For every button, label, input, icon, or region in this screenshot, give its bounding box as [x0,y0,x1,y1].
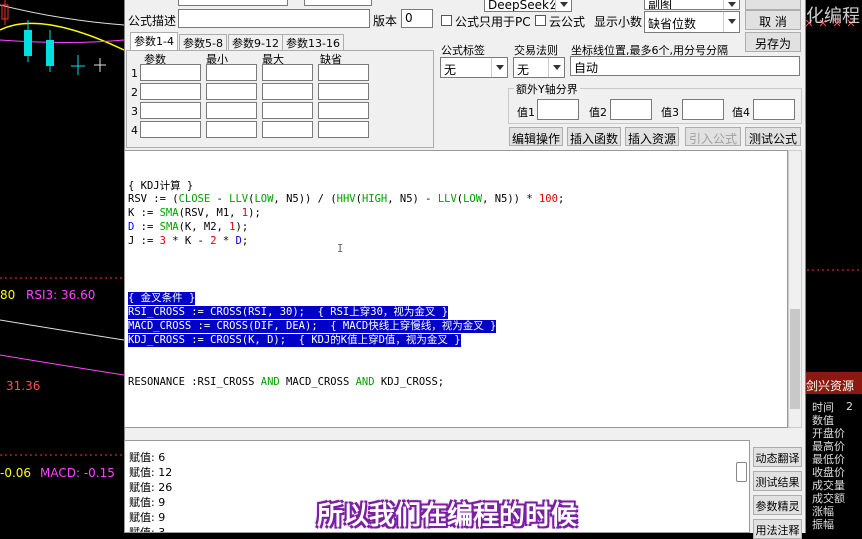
code-line-resonance: RESONANCE :RSI_CROSS AND MACD_CROSS AND … [128,376,445,388]
param-wizard-button[interactable]: 参数精灵 [753,495,802,515]
param-default-input[interactable] [318,102,369,119]
output-line: 赋值: 9 [129,496,166,509]
usage-note-button[interactable]: 用法注释 [753,519,802,539]
param-name-input[interactable] [140,102,201,119]
pc-only-label: 公式只用于PC [455,15,531,29]
tab-params-5-8[interactable]: 参数5-8 [179,34,227,51]
code-line-macd-cross: MACD_CROSS := CROSS(DIF, DEA); { MACD快线上… [128,320,497,333]
video-subtitle: 所以我们在编程的时候 [317,501,578,531]
formula-name-input[interactable] [178,0,288,6]
param-min-input[interactable] [206,83,257,100]
insert-resource-button[interactable]: 插入资源 [625,127,679,146]
value4-label: 值4 [732,106,750,119]
rsi-left-value: 80 [0,288,16,302]
kdj-value: 31.36 [6,379,41,393]
formula-desc-input[interactable] [178,9,370,28]
test-formula-button[interactable]: 测试公式 [745,127,801,146]
value3-label: 值3 [661,106,679,119]
axis-position-input[interactable]: 自动 [570,56,800,76]
value3-input[interactable] [682,99,724,120]
formula-tag-combo[interactable]: 无 [440,57,508,78]
param-row-index: 1 [131,67,138,80]
formula-tag-label: 公式标签 [441,44,485,57]
edit-operation-button[interactable]: 编辑操作 [509,127,563,146]
macd-indicator-label: MACD: -0.15 [40,466,115,480]
param-max-input[interactable] [262,121,313,138]
code-line-rsi-cross: RSI_CROSS := CROSS(RSI, 30); { RSI上穿30，视… [128,306,449,319]
param-name-input[interactable] [140,83,201,100]
resource-panel-title: 剑兴资源 [806,379,855,393]
value2-input[interactable] [610,99,652,120]
param-default-input[interactable] [318,83,369,100]
trade-rule-combo[interactable]: 无 [513,57,565,78]
save-as-button[interactable]: 另存为 [745,32,801,52]
param-default-input[interactable] [318,121,369,138]
text-cursor-icon: I [337,243,344,255]
param-name-input[interactable] [140,121,201,138]
output-line: 赋值: 9 [129,511,166,524]
code-line-kdj-cross: KDJ_CROSS := CROSS(K, D); { KDJ的K值上穿D值，视… [128,334,461,347]
output-line: 赋值: 12 [129,466,173,479]
watermark-text: 化编程 [806,6,860,27]
value1-input[interactable] [537,99,579,120]
code-line-k: K := SMA(RSV, M1, 1); [128,207,261,219]
tab-params-13-16[interactable]: 参数13-16 [282,34,344,51]
tab-params-1-4[interactable]: 参数1-4 [130,32,178,51]
ok-button[interactable] [745,0,801,10]
param-max-input[interactable] [262,83,313,100]
output-line: 赋值: 26 [129,481,173,494]
cloud-formula-checkbox[interactable] [535,15,546,26]
cancel-button[interactable]: 取 消 [745,10,801,30]
code-comment-kdj: { KDJ计算 } [128,180,194,192]
insert-function-button[interactable]: 插入函数 [567,127,621,146]
param-row-index: 2 [131,86,138,99]
output-scroll-thumb[interactable] [736,462,747,482]
param-min-input[interactable] [206,121,257,138]
code-comment-cross: { 金叉条件 } [128,292,196,305]
cloud-formula-label: 云公式 [549,15,586,29]
draw-method-combo[interactable]: 副图 [644,0,740,10]
param-name-input[interactable] [140,64,201,81]
param-max-input[interactable] [262,64,313,81]
output-line: 赋值: 3 [129,526,166,533]
decimals-combo[interactable]: 缺省位数 [644,11,740,33]
right-panel-extra: 2 [846,400,853,413]
trade-rule-label: 交易法则 [514,44,558,57]
version-input[interactable]: 0 [401,9,433,28]
rsi-indicator-label: RSI3: 36.60 [26,288,96,302]
value4-input[interactable] [753,99,795,120]
param-row-index: 3 [131,105,138,118]
pc-only-checkbox[interactable] [441,15,452,26]
macd-left-value: -0.06 [0,466,32,480]
test-result-button[interactable]: 测试结果 [753,471,802,491]
value1-label: 值1 [517,106,535,119]
editor-scrollbar[interactable] [788,150,802,428]
dynamic-translate-button[interactable]: 动态翻译 [753,447,802,467]
formula-desc-label: 公式描述 [128,14,177,28]
import-formula-button[interactable]: 引入公式 [685,127,741,146]
param-min-input[interactable] [206,64,257,81]
version-label: 版本 [373,14,398,28]
extra-y-axis-label: 额外Y轴分界 [514,81,580,97]
tab-params-9-12[interactable]: 参数9-12 [228,34,283,51]
formula-code-editor[interactable]: { KDJ计算 } RSV := (CLOSE - LLV(LOW, N5)) … [124,150,788,428]
right-panel-item[interactable]: 振幅 [812,516,834,532]
param-min-input[interactable] [206,102,257,119]
editor-scroll-thumb[interactable] [790,309,800,409]
formula-type-combo[interactable]: DeepSeek公式 [484,0,572,12]
param-max-input[interactable] [262,102,313,119]
code-line-rsv: RSV := (CLOSE - LLV(LOW, N5)) / (HHV(HIG… [128,193,565,205]
decimals-label: 显示小数 [594,15,643,29]
code-line-d: D := SMA(K, M2, 1); [128,221,249,233]
value2-label: 值2 [589,106,607,119]
code-line-j: J := 3 * K - 2 * D; [128,235,249,247]
password-input[interactable] [304,0,372,6]
param-default-input[interactable] [318,64,369,81]
param-row-index: 4 [131,124,138,137]
output-line: 赋值: 6 [129,451,166,464]
